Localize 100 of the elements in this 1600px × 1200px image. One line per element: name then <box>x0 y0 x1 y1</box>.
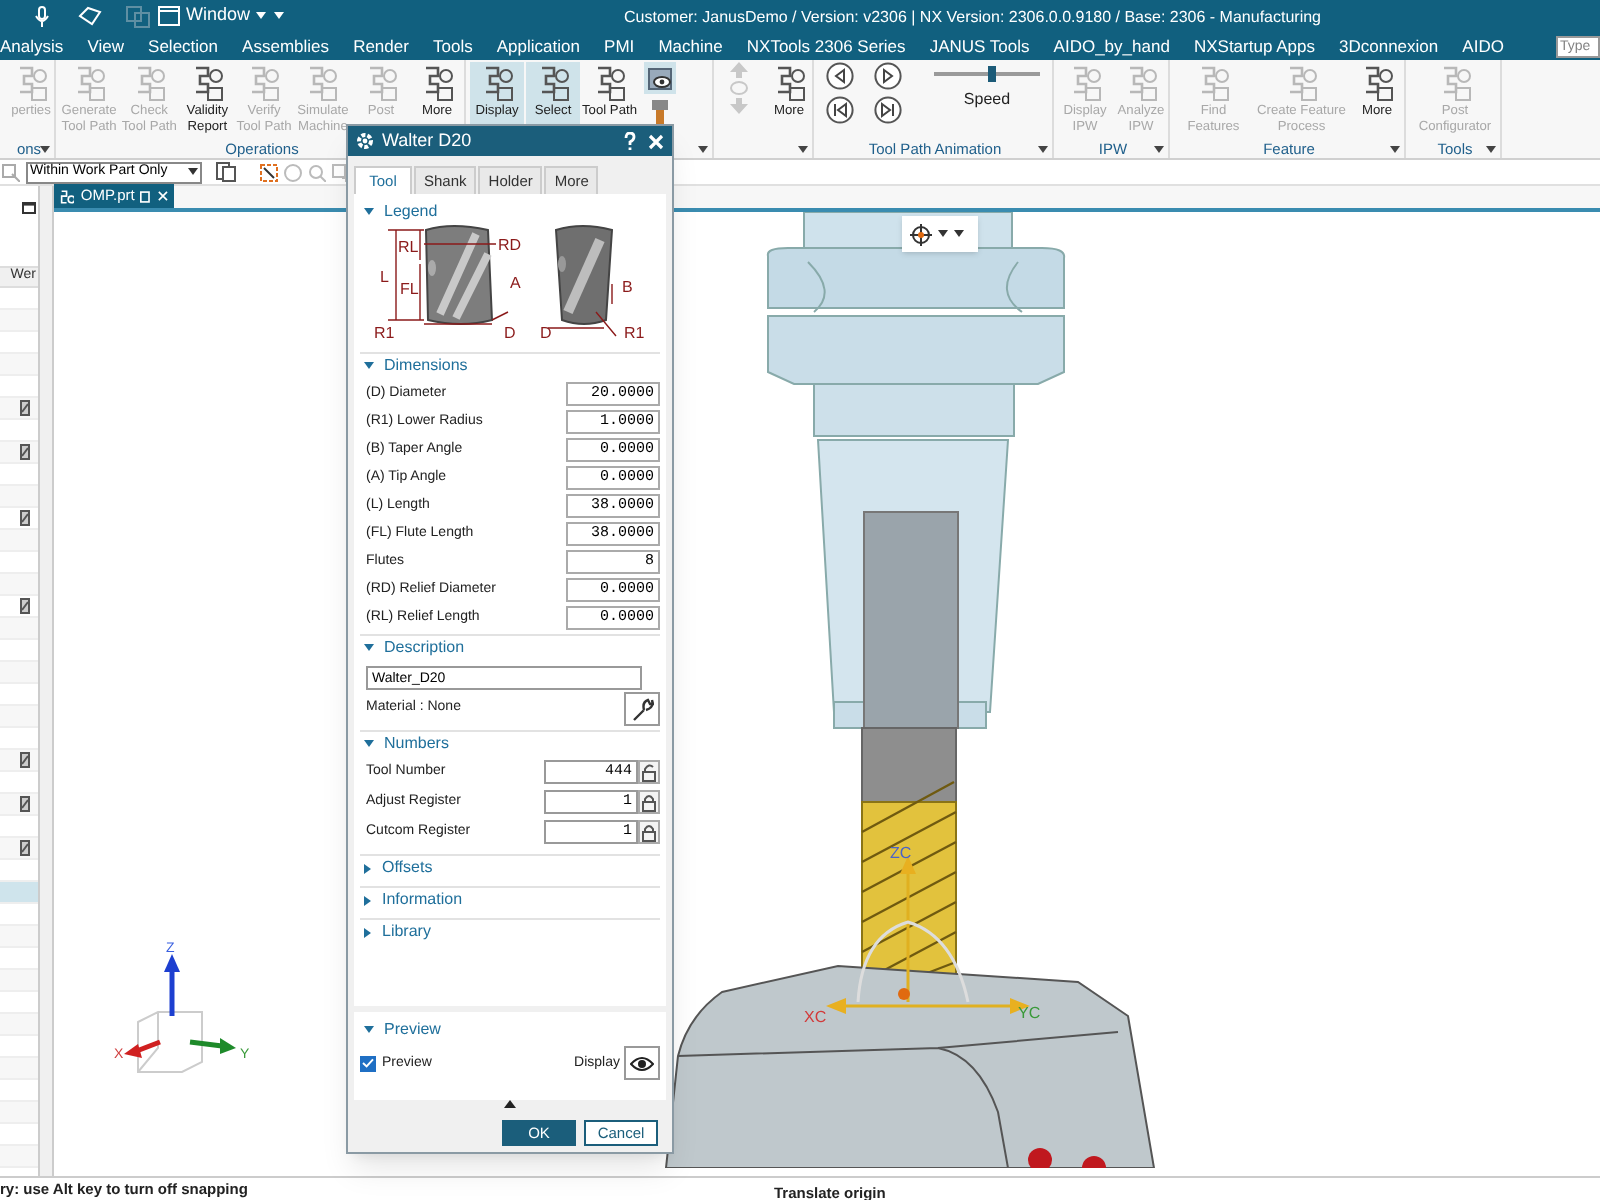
menu-item[interactable]: AIDO <box>1462 33 1504 59</box>
display-button[interactable] <box>624 1046 660 1081</box>
menu-item[interactable]: Analysis <box>0 33 64 59</box>
crosshair-icon <box>910 223 932 245</box>
eye-icon <box>630 1055 654 1072</box>
menu-item[interactable]: NXStartup Apps <box>1193 33 1315 59</box>
axis-label: XC <box>804 1008 827 1026</box>
check-icon <box>362 1058 374 1069</box>
navigator-row[interactable] <box>0 442 38 464</box>
axis-triad-drawing <box>124 954 236 1073</box>
lock-button[interactable] <box>638 820 660 844</box>
gear-icon <box>356 132 374 150</box>
wrench-icon <box>630 697 654 721</box>
dimension-label: D <box>540 324 552 342</box>
eye-icon <box>647 67 671 89</box>
window-menu[interactable]: Window <box>158 2 267 30</box>
section-header[interactable]: Information <box>360 886 660 912</box>
menu-item[interactable]: Assemblies <box>242 33 330 59</box>
dimension-label: RD <box>498 236 522 254</box>
expanded-icon <box>364 362 374 370</box>
dimension-label: FL <box>400 280 419 298</box>
menu-item[interactable]: Render <box>353 33 409 59</box>
dimension-label: B <box>622 278 633 296</box>
navigator-row[interactable] <box>0 398 38 420</box>
slider-label: Speed <box>963 88 1011 112</box>
expanded-icon <box>364 207 374 215</box>
maximize-icon[interactable] <box>22 202 36 214</box>
down-arrow-icon[interactable] <box>730 98 748 114</box>
page-icon <box>140 189 153 203</box>
navigator-row[interactable] <box>0 794 38 816</box>
caret-icon <box>188 168 198 176</box>
tool-icon <box>20 444 30 460</box>
menu-item[interactable]: AIDO_by_hand <box>1053 33 1170 59</box>
expanded-icon <box>364 1025 374 1034</box>
menu-item[interactable]: 3Dconnexion <box>1339 33 1439 59</box>
menu-item[interactable]: View <box>87 33 124 59</box>
menu-item[interactable]: PMI <box>604 33 635 59</box>
section-header[interactable]: Description <box>360 634 660 660</box>
caret-icon <box>798 146 808 154</box>
tool-icon <box>20 598 30 614</box>
section-header[interactable]: Dimensions <box>360 352 660 378</box>
snap-button[interactable] <box>902 216 978 252</box>
navigator-row[interactable] <box>0 838 38 860</box>
add-icon[interactable] <box>332 163 350 181</box>
lock-button[interactable] <box>638 790 660 814</box>
caret-icon <box>1390 146 1400 154</box>
menu-item[interactable]: NXTools 2306 Series <box>746 33 906 59</box>
end-mill-drawing <box>425 225 493 325</box>
speed-slider[interactable] <box>934 66 1040 82</box>
dimension-label: A <box>510 274 521 292</box>
step-back-icon[interactable] <box>826 62 854 90</box>
dimension-label: R1 <box>624 324 645 342</box>
menu-item[interactable]: Machine <box>658 33 723 59</box>
close-icon <box>158 190 168 202</box>
material-button[interactable] <box>624 692 660 726</box>
help-icon[interactable] <box>624 132 636 150</box>
fast-forward-icon[interactable] <box>874 96 902 124</box>
dimension-label: R1 <box>374 324 395 342</box>
up-arrow-icon[interactable] <box>730 62 748 78</box>
dimension-label: RL <box>398 238 419 256</box>
microphone-icon[interactable] <box>34 5 50 27</box>
navigator-row[interactable] <box>0 508 38 530</box>
tool-icon <box>20 796 30 812</box>
locked-icon <box>642 823 656 841</box>
menu-item[interactable]: Tools <box>433 33 473 59</box>
collapsed-icon <box>364 927 372 937</box>
menu-item[interactable]: Selection <box>148 33 218 59</box>
slider-thumb[interactable] <box>988 66 997 82</box>
dimension-label: L <box>380 268 389 286</box>
close-icon[interactable] <box>648 133 664 149</box>
select-icon[interactable] <box>2 163 20 181</box>
dimension-label: D <box>504 324 516 342</box>
section-header[interactable]: Offsets <box>360 854 660 880</box>
section-header[interactable]: Library <box>360 918 660 944</box>
caret-icon <box>1486 146 1496 154</box>
caret-icon <box>698 146 708 154</box>
toolpath-icon <box>60 187 75 205</box>
tool-icon <box>20 510 30 526</box>
section-header[interactable]: Legend <box>360 198 660 224</box>
lock-button[interactable] <box>638 760 660 784</box>
caret-icon <box>1154 146 1164 154</box>
circle-icon[interactable] <box>284 163 302 181</box>
section-header[interactable]: Preview <box>360 1016 660 1043</box>
expanded-icon <box>364 740 374 748</box>
menu-item[interactable]: JANUS Tools <box>929 33 1030 59</box>
dialog-title: Walter D20 <box>382 127 472 154</box>
rewind-icon[interactable] <box>826 96 854 124</box>
section-header[interactable]: Numbers <box>360 730 660 756</box>
snap-icon[interactable] <box>260 163 278 181</box>
layer-eye-button[interactable] <box>643 62 675 94</box>
play-icon[interactable] <box>874 62 902 90</box>
menu-item[interactable]: Application <box>496 33 580 59</box>
axis-label: YC <box>1018 1004 1041 1022</box>
collapsed-icon <box>364 863 372 873</box>
window-icon <box>158 6 180 26</box>
navigator-row[interactable] <box>0 596 38 618</box>
window-title: Customer: JanusDemo / Version: v2306 | NX Version: 2306.0.0.9180 / Base: 2306 - Manufacturing <box>624 6 1321 30</box>
tool-icon <box>20 840 30 856</box>
copy-icon[interactable] <box>216 162 238 182</box>
navigator-row[interactable] <box>0 750 38 772</box>
